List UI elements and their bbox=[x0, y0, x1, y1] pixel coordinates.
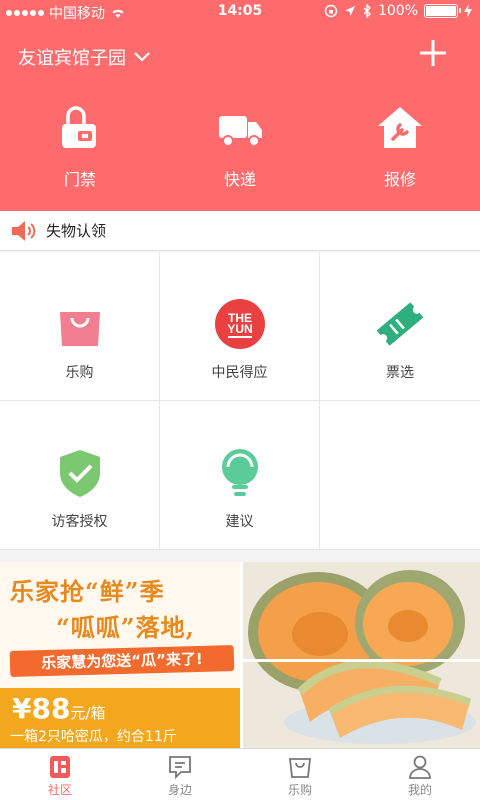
banner-price-box: ¥88元/箱 一箱2只哈密瓜，约合11斤 bbox=[0, 688, 240, 748]
notice-bar[interactable]: 失物认领 bbox=[0, 211, 480, 251]
grid-item-zhongmin[interactable]: THE YUN 中民得应 bbox=[160, 252, 320, 401]
grid-item-label: 访客授权 bbox=[51, 514, 108, 530]
speaker-icon bbox=[12, 220, 36, 241]
battery-icon bbox=[424, 4, 461, 18]
promo-banner[interactable]: 乐家抢“鲜”季 “呱呱”落地, 乐家慧为您送“瓜”来了! ¥88元/箱 一箱2只… bbox=[0, 562, 480, 748]
user-icon bbox=[409, 755, 431, 779]
message-icon bbox=[169, 756, 191, 780]
tab-nearby[interactable]: 身边 bbox=[120, 749, 240, 800]
grid-item-suggestion[interactable]: 建议 bbox=[160, 401, 320, 550]
grid-item-label: 中民得应 bbox=[211, 365, 268, 381]
shield-check-icon bbox=[59, 450, 100, 497]
shopping-bag-icon bbox=[288, 758, 312, 778]
grid-item-label: 票选 bbox=[386, 365, 414, 381]
quick-action-door-access[interactable]: 门禁 bbox=[0, 104, 160, 190]
grid-item-ticket[interactable]: 票选 bbox=[320, 252, 480, 401]
tab-label: 乐购 bbox=[287, 783, 312, 797]
grid-item-visitor[interactable]: 访客授权 bbox=[0, 401, 160, 550]
banner-description: 一箱2只哈密瓜，约合11斤 bbox=[10, 729, 177, 745]
quick-action-express[interactable]: 快递 bbox=[160, 104, 320, 190]
tab-label: 社区 bbox=[47, 783, 72, 797]
tab-label: 身边 bbox=[167, 783, 192, 797]
status-bar: 中国移动 14:05 100% bbox=[0, 0, 480, 24]
location-arrow-icon bbox=[344, 6, 355, 16]
quick-action-label: 报修 bbox=[383, 170, 416, 189]
banner-title-line2: “呱呱”落地, bbox=[56, 613, 195, 642]
tab-shopping[interactable]: 乐购 bbox=[240, 749, 360, 800]
tab-community[interactable]: 社区 bbox=[0, 749, 120, 800]
bluetooth-icon bbox=[363, 4, 371, 18]
lightbulb-icon bbox=[221, 449, 258, 496]
header: 友谊宾馆子园 门禁 快递 报修 bbox=[0, 24, 480, 211]
notice-text: 失物认领 bbox=[46, 222, 107, 240]
door-access-icon bbox=[62, 106, 96, 148]
quick-action-label: 快递 bbox=[223, 170, 256, 189]
community-icon bbox=[50, 756, 70, 778]
banner-slogan: 乐家慧为您送“瓜”来了! bbox=[9, 645, 235, 677]
battery-percent: 100% bbox=[377, 3, 418, 19]
banner-text-panel: 乐家抢“鲜”季 “呱呱”落地, 乐家慧为您送“瓜”来了! ¥88元/箱 一箱2只… bbox=[0, 562, 240, 748]
banner-title-line1: 乐家抢“鲜”季 bbox=[10, 577, 165, 606]
banner-price: ¥88元/箱 bbox=[12, 692, 106, 725]
banner-price-unit: 元/箱 bbox=[70, 704, 106, 722]
service-grid: 乐购 THE YUN 中民得应 票选 访客授权 建议 bbox=[0, 252, 480, 550]
chevron-down-icon bbox=[134, 52, 150, 62]
quick-action-label: 门禁 bbox=[63, 170, 96, 189]
status-icons: 100% bbox=[324, 3, 472, 19]
theyun-logo-icon: THE YUN bbox=[214, 299, 265, 349]
truck-icon bbox=[219, 116, 262, 147]
bottom-tab-bar: 社区 身边 乐购 我的 bbox=[0, 748, 480, 800]
grid-item-empty bbox=[320, 401, 480, 550]
grid-item-shopping[interactable]: 乐购 bbox=[0, 252, 160, 401]
grid-item-label: 乐购 bbox=[65, 365, 94, 381]
charging-icon bbox=[464, 4, 472, 18]
location-selector[interactable]: 友谊宾馆子园 bbox=[18, 44, 150, 70]
lock-rotation-icon bbox=[324, 4, 338, 18]
shopping-bag-icon bbox=[59, 312, 100, 346]
tab-mine[interactable]: 我的 bbox=[360, 749, 480, 800]
quick-action-repair[interactable]: 报修 bbox=[320, 104, 480, 190]
logo-text-yun: YUN bbox=[227, 322, 252, 336]
melon-image bbox=[240, 562, 480, 748]
house-repair-icon bbox=[378, 107, 422, 148]
add-button[interactable] bbox=[418, 38, 448, 68]
location-name: 友谊宾馆子园 bbox=[18, 48, 126, 69]
tab-label: 我的 bbox=[407, 783, 432, 797]
grid-item-label: 建议 bbox=[225, 514, 254, 530]
ticket-icon bbox=[376, 302, 424, 346]
